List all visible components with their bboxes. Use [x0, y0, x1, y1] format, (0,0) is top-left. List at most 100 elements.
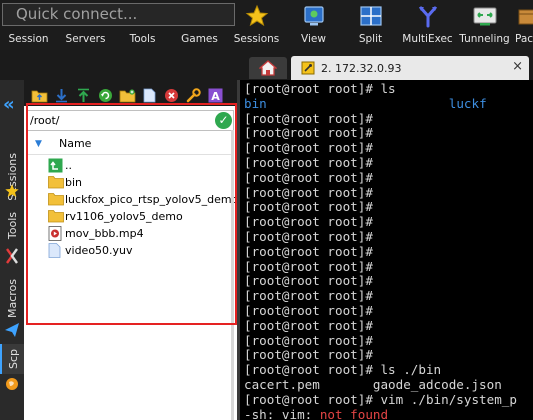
terminal-text: [root@root root]# vim ./bin/system_p — [244, 391, 517, 407]
split-icon — [358, 3, 384, 29]
ssh-session-icon — [301, 61, 315, 75]
side-tab-scp[interactable]: Scp — [0, 344, 24, 374]
new-file-icon[interactable] — [140, 86, 159, 105]
collapse-panel-icon[interactable]: « — [3, 94, 15, 115]
terminal-text: [root@root root]# — [244, 288, 373, 304]
file-name: video50.yuv — [65, 244, 133, 257]
toolbar-split-button[interactable]: Split — [342, 0, 399, 50]
file-row-luckfox-demo[interactable]: luckfox_pico_rtsp_yolov5_demo — [27, 191, 238, 208]
packages-icon — [515, 3, 533, 29]
toolbar-packages-label: Packa — [515, 33, 533, 45]
star-icon — [244, 3, 270, 29]
file-name: luckfox_pico_rtsp_yolov5_demo — [65, 193, 239, 206]
video-file-icon — [48, 226, 63, 241]
file-name: .. — [65, 159, 72, 172]
toolbar-view-button[interactable]: View — [285, 0, 342, 50]
sftp-toolbar: A — [24, 84, 237, 106]
terminal-text: [root@root root]# — [244, 140, 373, 156]
terminal-line: [root@root root]# — [244, 273, 517, 289]
file-row-mov-bbb[interactable]: mov_bbb.mp4 — [27, 225, 234, 242]
file-list: .. bin luckfox_pico_rtsp_yolov5_demo rv1… — [27, 157, 238, 259]
terminal-text: [root@root root]# — [244, 317, 373, 333]
terminal-text: [root@root root]# — [244, 184, 373, 200]
new-folder-icon[interactable] — [118, 86, 137, 105]
sort-descending-icon[interactable]: ▼ — [35, 133, 42, 155]
file-name: mov_bbb.mp4 — [65, 227, 144, 240]
terminal-line: [root@root root]# — [244, 155, 517, 171]
side-tab-tools[interactable]: Tools — [0, 208, 24, 244]
terminal-text: [root@root root]# — [244, 243, 373, 259]
toolbar-session-label: Session — [8, 33, 49, 45]
terminal-line: [root@root root]# — [244, 288, 517, 304]
session-tab-label: 2. 172.32.0.93 — [321, 61, 402, 75]
side-tab-scp-label: Scp — [6, 348, 20, 369]
toolbar-sessions-button[interactable]: Sessions — [228, 0, 285, 50]
toolbar-sessions-label: Sessions — [233, 33, 280, 45]
terminal-line: [root@root root]# — [244, 302, 517, 319]
terminal-line: [root@root root]# — [244, 110, 517, 127]
file-row-bin[interactable]: bin — [27, 174, 234, 191]
terminal-text: [root@root root]# — [244, 169, 373, 185]
terminal-text: [root@root root]# — [244, 110, 373, 126]
terminal-line: [root@root root]# — [244, 125, 517, 141]
home-icon — [259, 60, 277, 76]
folder-icon — [48, 209, 64, 224]
up-folder-icon[interactable] — [30, 86, 49, 105]
scp-globe-icon — [0, 374, 24, 394]
terminal-line: [root@root root]# — [244, 199, 517, 215]
sessions-star-icon — [0, 180, 24, 202]
text-editor-icon[interactable]: A — [206, 86, 225, 105]
side-tab-macros-label: Macros — [5, 279, 19, 319]
terminal-text: [root@root root]# — [244, 332, 373, 348]
terminal-line: [root@root root]# — [244, 140, 517, 156]
terminal-text: [root@root root]# — [244, 273, 373, 289]
view-icon — [301, 3, 327, 29]
terminal-line: cacert.pem gaode_adcode.json — [244, 377, 517, 393]
terminal-text: [root@root root]# — [244, 302, 373, 318]
terminal-line: [root@root root]# — [244, 169, 517, 186]
file-list-header: ▼ Name — [27, 133, 234, 155]
path-confirm-check-icon[interactable]: ✓ — [215, 112, 232, 129]
terminal-line: [root@root root]# vim ./bin/system_p — [244, 391, 517, 408]
file-row-video50[interactable]: video50.yuv — [27, 242, 234, 259]
session-tab[interactable]: 2. 172.32.0.93 × — [291, 56, 529, 80]
refresh-icon[interactable] — [96, 86, 115, 105]
download-icon[interactable] — [52, 86, 71, 105]
tools-side-icon — [0, 244, 24, 268]
terminal-lines: [root@root root]# ls bin luckf [root@root … — [244, 81, 517, 420]
toolbar-servers-label: Servers — [65, 33, 106, 45]
terminal-output[interactable]: [root@root root]# ls bin luckf [root@root … — [240, 80, 533, 420]
upload-icon[interactable] — [74, 86, 93, 105]
file-row-parent[interactable]: .. — [27, 157, 234, 174]
terminal-line: [root@root root]# — [244, 332, 517, 349]
sftp-scrollbar[interactable] — [231, 130, 234, 420]
terminal-text: bin — [244, 95, 267, 111]
permissions-wrench-icon[interactable] — [184, 86, 203, 105]
terminal-line: [root@root root]# ls ./bin — [244, 362, 517, 378]
name-column-header[interactable]: Name — [59, 133, 91, 155]
file-icon — [48, 243, 63, 258]
terminal-text: [root@root root]# ls — [244, 81, 396, 96]
terminal-text: [root@root root]# — [244, 347, 373, 363]
terminal-line: bin luckf — [244, 95, 517, 112]
terminal-text: [root@root root]# — [244, 228, 373, 244]
file-name: rv1106_yolov5_demo — [65, 210, 183, 223]
toolbar-packages-button[interactable]: Packa — [513, 0, 533, 50]
sftp-path-input[interactable]: /root/ ✓ — [27, 110, 234, 131]
side-panel-strip: « Sessions Tools Macros Scp — [0, 80, 24, 420]
terminal-line: [root@root root]# — [244, 317, 517, 334]
delete-icon[interactable] — [162, 86, 181, 105]
toolbar-split-label: Split — [358, 33, 383, 45]
file-row-rv1106-demo[interactable]: rv1106_yolov5_demo — [27, 208, 234, 225]
terminal-text: [root@root root]# — [244, 258, 373, 274]
toolbar-multiexec-button[interactable]: MultiExec — [399, 0, 456, 50]
home-tab[interactable] — [249, 57, 287, 79]
close-tab-icon[interactable]: × — [512, 59, 523, 74]
terminal-line: [root@root root]# — [244, 214, 517, 230]
folder-icon — [48, 192, 64, 207]
terminal-line: [root@root root]# — [244, 347, 517, 363]
quick-connect-input[interactable]: Quick connect... — [2, 3, 235, 26]
side-tab-macros[interactable]: Macros — [0, 274, 24, 324]
toolbar-tunneling-button[interactable]: Tunneling — [456, 0, 513, 50]
